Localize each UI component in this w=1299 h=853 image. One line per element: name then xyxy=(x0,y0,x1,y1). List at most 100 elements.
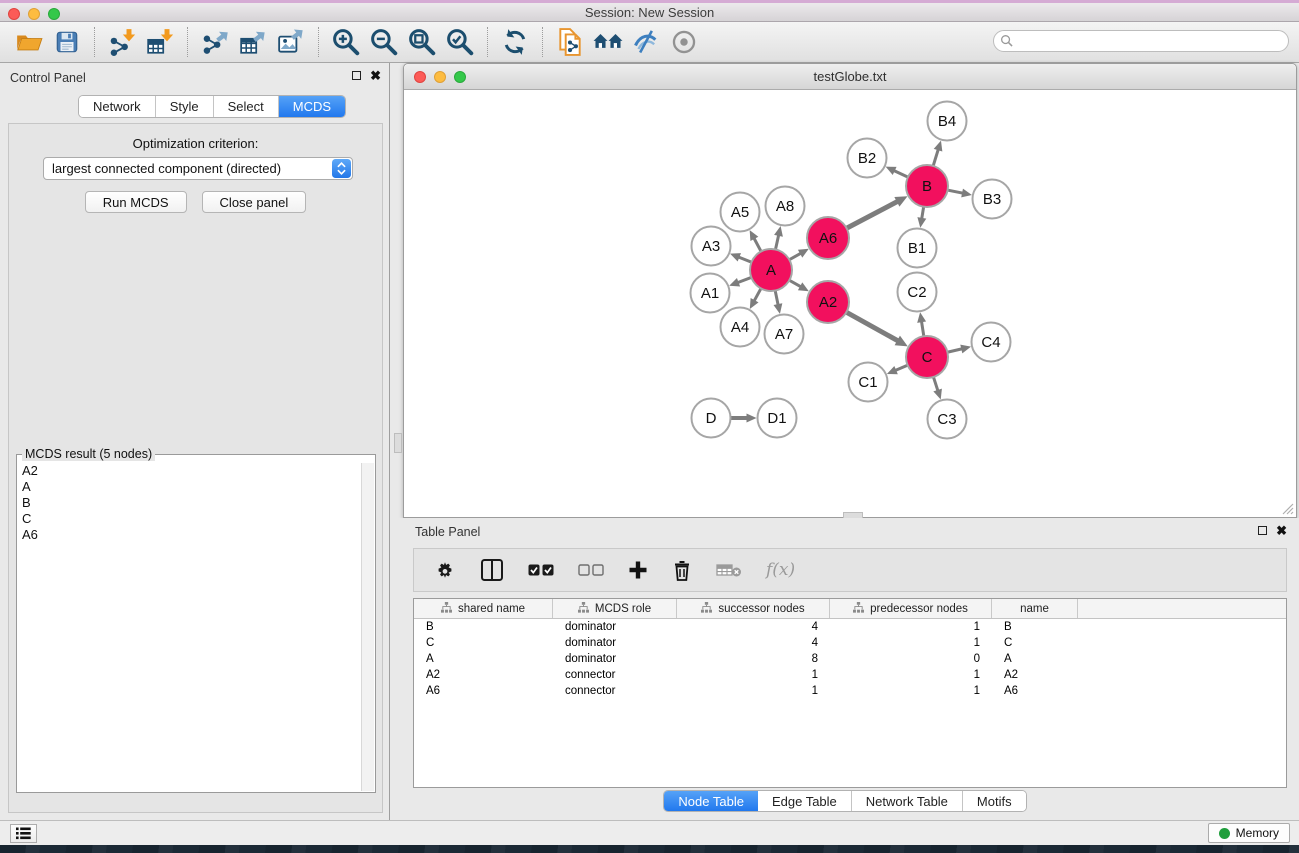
mcds-result-item[interactable]: A xyxy=(22,479,361,495)
mcds-result-item[interactable]: A2 xyxy=(22,463,361,479)
close-table-panel-icon[interactable]: ✖ xyxy=(1276,526,1287,535)
list-menu-icon xyxy=(16,827,31,840)
graph-node-A2[interactable]: A2 xyxy=(807,281,849,323)
graph-node-A[interactable]: A xyxy=(750,249,792,291)
tab-style[interactable]: Style xyxy=(156,96,214,117)
open-file-icon[interactable] xyxy=(10,25,48,59)
add-column-icon[interactable] xyxy=(628,560,648,580)
task-history-button[interactable] xyxy=(10,824,37,843)
zoom-network-button[interactable] xyxy=(454,71,466,83)
column-header-predecessor-nodes[interactable]: predecessor nodes xyxy=(830,599,992,618)
graph-node-A8[interactable]: A8 xyxy=(766,187,805,226)
save-session-icon[interactable] xyxy=(48,25,86,59)
export-network-icon[interactable] xyxy=(196,25,234,59)
search-input[interactable] xyxy=(993,30,1289,52)
graph-node-B[interactable]: B xyxy=(906,165,948,207)
graph-node-C[interactable]: C xyxy=(906,336,948,378)
delete-column-icon[interactable] xyxy=(672,559,692,581)
close-panel-icon[interactable]: ✖ xyxy=(370,71,381,80)
show-eye-icon[interactable] xyxy=(665,25,703,59)
split-table-icon[interactable] xyxy=(480,559,504,581)
home-icon[interactable] xyxy=(589,25,627,59)
zoom-selected-icon[interactable] xyxy=(441,25,479,59)
resize-grip-icon[interactable] xyxy=(1281,502,1294,515)
graph-node-B1[interactable]: B1 xyxy=(898,229,937,268)
network-window-titlebar[interactable]: testGlobe.txt xyxy=(404,64,1296,90)
toolbar-separator xyxy=(94,27,95,57)
settings-gear-icon[interactable] xyxy=(434,559,456,581)
zoom-in-icon[interactable] xyxy=(327,25,365,59)
result-scrollbar[interactable] xyxy=(361,463,374,791)
table-row[interactable]: Bdominator41B xyxy=(414,619,1286,635)
graph-node-B4[interactable]: B4 xyxy=(928,102,967,141)
hide-panel-icon[interactable] xyxy=(627,25,665,59)
table-row[interactable]: A2connector11A2 xyxy=(414,667,1286,683)
column-header-successor-nodes[interactable]: successor nodes xyxy=(677,599,830,618)
network-graph[interactable]: B4 B2 B B3 A8 A5 A6 A3 B1 A C2 A1 A2 A4A7 C4 C C1 D C3 D1 xyxy=(404,90,1296,517)
minimize-window-button[interactable] xyxy=(28,8,40,20)
tab-node-table[interactable]: Node Table xyxy=(664,791,758,811)
close-network-button[interactable] xyxy=(414,71,426,83)
column-header-name[interactable]: name xyxy=(992,599,1078,618)
graph-node-A3[interactable]: A3 xyxy=(692,227,731,266)
table-row[interactable]: Adominator80A xyxy=(414,651,1286,667)
close-panel-button[interactable]: Close panel xyxy=(202,191,307,213)
network-canvas[interactable]: B4 B2 B B3 A8 A5 A6 A3 B1 A C2 A1 A2 A4A7 C4 C C1 D C3 D1 xyxy=(404,90,1296,517)
zoom-out-icon[interactable] xyxy=(365,25,403,59)
tab-select[interactable]: Select xyxy=(214,96,279,117)
graph-node-A6[interactable]: A6 xyxy=(807,217,849,259)
minimize-network-button[interactable] xyxy=(434,71,446,83)
unselect-all-icon[interactable] xyxy=(578,563,604,577)
graph-node-A5[interactable]: A5 xyxy=(721,193,760,232)
graph-node-B2[interactable]: B2 xyxy=(848,139,887,178)
run-mcds-button[interactable]: Run MCDS xyxy=(85,191,187,213)
graph-node-A4[interactable]: A4 xyxy=(721,308,760,347)
application-window: Session: New Session xyxy=(0,0,1299,853)
control-panel-tabs: NetworkStyleSelectMCDS xyxy=(78,95,346,118)
graph-node-C4[interactable]: C4 xyxy=(972,323,1011,362)
graph-node-C2[interactable]: C2 xyxy=(898,273,937,312)
mcds-result-item[interactable]: A6 xyxy=(22,527,361,543)
table-row[interactable]: A6connector11A6 xyxy=(414,683,1286,699)
export-table-icon[interactable] xyxy=(234,25,272,59)
graph-node-B3[interactable]: B3 xyxy=(973,180,1012,219)
import-network-icon[interactable] xyxy=(103,25,141,59)
tab-mcds[interactable]: MCDS xyxy=(279,96,345,117)
export-image-icon[interactable] xyxy=(272,25,310,59)
memory-button[interactable]: Memory xyxy=(1208,823,1290,843)
float-panel-icon[interactable] xyxy=(352,71,361,80)
close-window-button[interactable] xyxy=(8,8,20,20)
graph-node-D[interactable]: D xyxy=(692,399,731,438)
svg-text:C1: C1 xyxy=(858,374,877,391)
column-header-MCDS-role[interactable]: MCDS role xyxy=(553,599,677,618)
refresh-icon[interactable] xyxy=(496,25,534,59)
mcds-result-item[interactable]: B xyxy=(22,495,361,511)
optimization-criterion-select[interactable]: largest connected component (directed) xyxy=(43,157,353,180)
network-view-window: testGlobe.txt B4 B2 B B3 A8 A5 A6 A3 B1 A C2 A1 A2 A4… xyxy=(403,63,1297,518)
graph-node-A7[interactable]: A7 xyxy=(765,315,804,354)
import-table-icon[interactable] xyxy=(141,25,179,59)
tab-edge-table[interactable]: Edge Table xyxy=(758,791,852,811)
table-row[interactable]: Cdominator41C xyxy=(414,635,1286,651)
tab-motifs[interactable]: Motifs xyxy=(963,791,1026,811)
duplicate-network-icon[interactable] xyxy=(551,25,589,59)
zoom-window-button[interactable] xyxy=(48,8,60,20)
zoom-fit-icon[interactable] xyxy=(403,25,441,59)
tab-network-table[interactable]: Network Table xyxy=(852,791,963,811)
vertical-splitter-grip[interactable] xyxy=(394,433,402,453)
mcds-result-item[interactable]: C xyxy=(22,511,361,527)
select-all-icon[interactable] xyxy=(528,563,554,577)
float-table-panel-icon[interactable] xyxy=(1258,526,1267,535)
graph-node-C3[interactable]: C3 xyxy=(928,400,967,439)
column-header-shared-name[interactable]: shared name xyxy=(414,599,553,618)
graph-node-D1[interactable]: D1 xyxy=(758,399,797,438)
graph-node-C1[interactable]: C1 xyxy=(849,363,888,402)
mcds-result-group: MCDS result (5 nodes) A2ABCA6 xyxy=(16,454,376,793)
cell-predecessor-nodes: 1 xyxy=(830,683,992,699)
tab-network[interactable]: Network xyxy=(79,96,156,117)
graph-node-A1[interactable]: A1 xyxy=(691,274,730,313)
function-builder-icon[interactable]: f(x) xyxy=(766,560,795,580)
main-titlebar: Session: New Session xyxy=(0,3,1299,22)
delete-table-icon[interactable] xyxy=(716,562,742,578)
svg-text:A8: A8 xyxy=(776,198,794,215)
